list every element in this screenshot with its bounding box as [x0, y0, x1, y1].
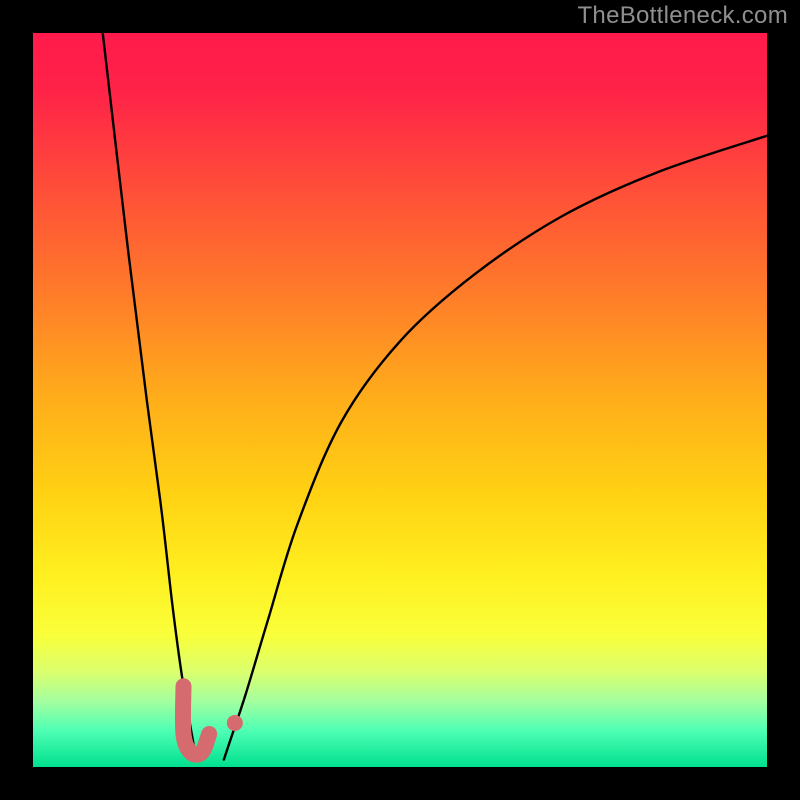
watermark-text: TheBottleneck.com: [577, 2, 788, 30]
plot-area: [33, 33, 767, 767]
left-curve: [103, 33, 198, 760]
marker-hook: [183, 686, 209, 754]
right-curve: [224, 136, 767, 760]
curve-layer: [33, 33, 767, 767]
marker-dot: [227, 715, 243, 731]
chart-frame: TheBottleneck.com: [0, 0, 800, 800]
